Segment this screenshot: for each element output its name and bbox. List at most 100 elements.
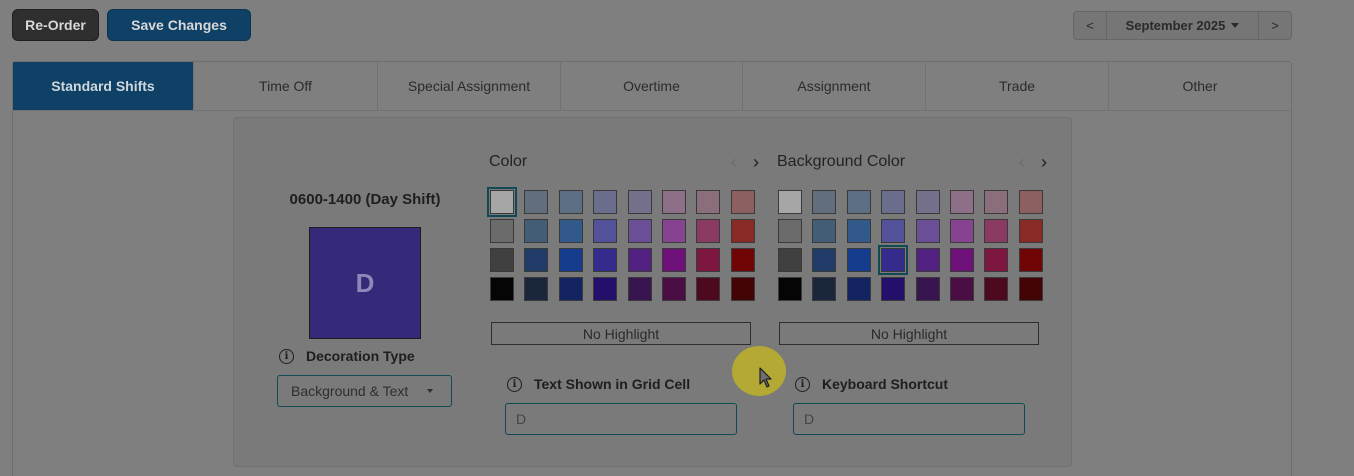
color-swatch[interactable]	[949, 219, 974, 243]
color-swatch[interactable]	[984, 248, 1009, 272]
color-swatch[interactable]	[524, 219, 549, 243]
color-swatch[interactable]	[881, 219, 906, 243]
tab-special-assignment[interactable]: Special Assignment	[378, 62, 561, 110]
color-swatch[interactable]	[984, 219, 1009, 243]
info-icon[interactable]: i	[507, 376, 522, 392]
color-swatch[interactable]	[661, 190, 686, 214]
grid-text-input[interactable]	[505, 403, 737, 435]
color-swatch[interactable]	[627, 277, 652, 301]
color-swatch[interactable]	[915, 277, 940, 301]
color-swatch[interactable]	[915, 190, 940, 214]
color-swatch[interactable]	[524, 248, 549, 272]
color-swatch[interactable]	[696, 248, 721, 272]
color-swatch[interactable]	[730, 248, 755, 272]
color-swatch[interactable]	[1018, 190, 1043, 214]
reorder-button[interactable]: Re-Order	[12, 9, 99, 41]
preview-text: D	[355, 267, 375, 298]
color-swatch[interactable]	[558, 277, 583, 301]
color-swatch[interactable]	[915, 219, 940, 243]
chevron-right-icon[interactable]: ›	[1041, 153, 1047, 171]
color-swatch[interactable]	[627, 219, 652, 243]
color-swatch[interactable]	[696, 277, 721, 301]
next-month-button[interactable]: >	[1258, 12, 1291, 39]
color-swatch[interactable]	[627, 190, 652, 214]
color-swatch[interactable]	[812, 190, 837, 214]
color-swatch[interactable]	[661, 277, 686, 301]
color-swatch[interactable]	[558, 190, 583, 214]
color-swatch[interactable]	[984, 190, 1009, 214]
color-swatch[interactable]	[778, 219, 802, 243]
color-swatch[interactable]	[490, 248, 514, 272]
color-swatch[interactable]	[558, 248, 583, 272]
decoration-type-select[interactable]: Background & Text	[277, 375, 452, 407]
month-label: September 2025	[1125, 18, 1226, 33]
keyboard-shortcut-label-text: Keyboard Shortcut	[822, 376, 949, 392]
color-swatch[interactable]	[487, 187, 517, 217]
color-swatch[interactable]	[949, 190, 974, 214]
color-swatch[interactable]	[846, 248, 871, 272]
chevron-left-icon[interactable]: ‹	[1019, 153, 1025, 171]
color-swatch[interactable]	[593, 277, 618, 301]
color-swatch[interactable]	[661, 219, 686, 243]
color-swatch[interactable]	[490, 277, 514, 301]
toolbar: Re-Order Save Changes < September 2025 >	[0, 0, 1354, 50]
color-swatch[interactable]	[846, 219, 871, 243]
color-swatch[interactable]	[696, 190, 721, 214]
color-swatch[interactable]	[490, 219, 514, 243]
decoration-type-value: Background & Text	[291, 383, 409, 399]
chevron-left-icon[interactable]: ‹	[731, 153, 737, 171]
tab-standard-shifts[interactable]: Standard Shifts	[13, 62, 194, 110]
prev-month-button[interactable]: <	[1074, 12, 1107, 39]
color-swatch[interactable]	[1018, 277, 1043, 301]
color-swatch[interactable]	[949, 248, 974, 272]
color-swatch[interactable]	[1018, 248, 1043, 272]
color-swatch[interactable]	[1018, 219, 1043, 243]
background-no-highlight-button[interactable]: No Highlight	[779, 322, 1039, 345]
color-swatch[interactable]	[778, 190, 802, 214]
shift-editor-card: 0600-1400 (Day Shift) D i Decoration Typ…	[233, 117, 1072, 467]
grid-text-label-text: Text Shown in Grid Cell	[534, 376, 691, 392]
color-swatch[interactable]	[730, 277, 755, 301]
keyboard-shortcut-label: i Keyboard Shortcut	[795, 376, 948, 392]
color-swatch[interactable]	[593, 219, 618, 243]
tab-trade[interactable]: Trade	[926, 62, 1109, 110]
shift-type-tabs: Standard Shifts Time Off Special Assignm…	[13, 62, 1291, 111]
color-swatch[interactable]	[915, 248, 940, 272]
color-swatch[interactable]	[812, 219, 837, 243]
save-changes-button[interactable]: Save Changes	[107, 9, 251, 41]
color-swatch[interactable]	[558, 219, 583, 243]
color-swatch[interactable]	[778, 277, 802, 301]
tab-assignment[interactable]: Assignment	[743, 62, 926, 110]
tab-time-off[interactable]: Time Off	[194, 62, 378, 110]
color-swatch[interactable]	[881, 277, 906, 301]
color-swatch[interactable]	[627, 248, 652, 272]
tab-overtime[interactable]: Overtime	[561, 62, 743, 110]
info-icon[interactable]: i	[279, 348, 294, 364]
chevron-right-icon[interactable]: ›	[753, 153, 759, 171]
decoration-type-text: Decoration Type	[306, 348, 415, 364]
color-swatch[interactable]	[524, 277, 549, 301]
color-swatch[interactable]	[524, 190, 549, 214]
color-swatch[interactable]	[593, 190, 618, 214]
color-swatch[interactable]	[878, 245, 909, 275]
color-swatch[interactable]	[661, 248, 686, 272]
color-swatch[interactable]	[778, 248, 802, 272]
color-swatch[interactable]	[949, 277, 974, 301]
color-swatch[interactable]	[730, 190, 755, 214]
month-select[interactable]: September 2025	[1107, 12, 1258, 39]
color-no-highlight-button[interactable]: No Highlight	[491, 322, 751, 345]
tab-other[interactable]: Other	[1109, 62, 1291, 110]
color-swatch[interactable]	[812, 248, 837, 272]
info-icon[interactable]: i	[795, 376, 810, 392]
color-swatch[interactable]	[846, 190, 871, 214]
color-swatch[interactable]	[812, 277, 837, 301]
color-swatch[interactable]	[593, 248, 618, 272]
color-swatch[interactable]	[881, 190, 906, 214]
color-swatch[interactable]	[984, 277, 1009, 301]
shift-preview-tile: D	[309, 227, 421, 339]
color-swatch[interactable]	[730, 219, 755, 243]
keyboard-shortcut-input[interactable]	[793, 403, 1025, 435]
color-swatch[interactable]	[696, 219, 721, 243]
background-palette-header: Background Color ‹ ›	[777, 153, 1047, 173]
color-swatch[interactable]	[846, 277, 871, 301]
